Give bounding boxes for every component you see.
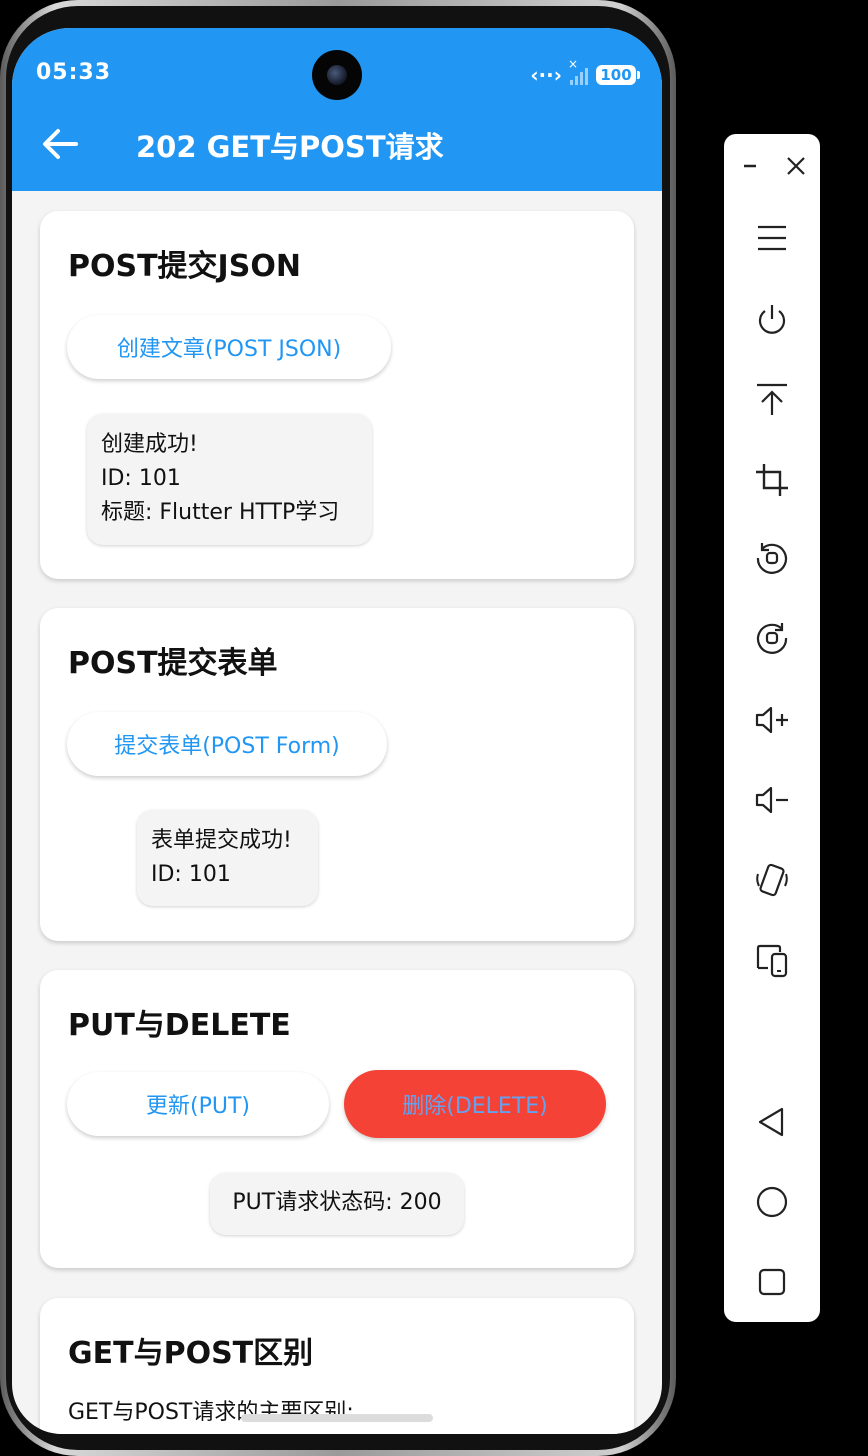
create-article-button[interactable]: 创建文章(POST JSON) xyxy=(67,315,391,379)
card-post-form: POST提交表单 提交表单(POST Form) 表单提交成功! ID: 101 xyxy=(40,608,634,941)
result-line: 表单提交成功! xyxy=(151,828,292,853)
menu-icon xyxy=(758,225,786,251)
recents-nav-button[interactable] xyxy=(752,1262,792,1302)
signal-icon: × xyxy=(568,57,588,85)
put-status-result: PUT请求状态码: 200 xyxy=(210,1173,464,1235)
submit-form-button[interactable]: 提交表单(POST Form) xyxy=(67,712,387,776)
network-icon: ‹··› xyxy=(530,63,562,87)
status-time: 05:33 xyxy=(36,60,112,85)
status-text: PUT请求状态码: 200 xyxy=(232,1190,442,1215)
app-bar: 05:33 ‹··› × 100 202 GET与POST请求 xyxy=(12,28,662,191)
minimize-button[interactable] xyxy=(730,146,770,186)
volume-up-button[interactable] xyxy=(752,700,792,740)
battery-icon: 100 xyxy=(596,65,640,85)
shake-icon xyxy=(756,863,788,897)
power-button[interactable] xyxy=(752,300,792,340)
device-switch-icon xyxy=(756,944,788,978)
minimize-icon xyxy=(744,164,756,168)
result-line: ID: 101 xyxy=(101,466,181,491)
put-button[interactable]: 更新(PUT) xyxy=(67,1072,329,1136)
volume-down-button[interactable] xyxy=(752,780,792,820)
volume-up-icon xyxy=(755,706,788,734)
result-line: 标题: Flutter HTTP学习 xyxy=(101,500,340,525)
page-title: 202 GET与POST请求 xyxy=(136,130,444,164)
close-icon xyxy=(787,157,805,175)
card-title: PUT与DELETE xyxy=(68,1008,291,1043)
post-form-result: 表单提交成功! ID: 101 xyxy=(137,810,318,906)
menu-button[interactable] xyxy=(752,218,792,258)
power-icon xyxy=(758,305,786,334)
card-post-json: POST提交JSON 创建文章(POST JSON) 创建成功! ID: 101… xyxy=(40,211,634,579)
recents-nav-icon xyxy=(758,1268,786,1296)
home-nav-button[interactable] xyxy=(752,1182,792,1222)
rotate-left-button[interactable] xyxy=(752,538,792,578)
status-icons: ‹··› × 100 xyxy=(530,57,640,88)
delete-button[interactable]: 删除(DELETE) xyxy=(344,1070,606,1138)
card-title: POST提交JSON xyxy=(68,249,301,284)
back-nav-icon xyxy=(758,1107,784,1137)
rotate-right-button[interactable] xyxy=(752,618,792,658)
emulator-toolbar xyxy=(724,134,820,1322)
close-button[interactable] xyxy=(776,146,816,186)
volume-down-icon xyxy=(755,786,788,814)
post-json-result: 创建成功! ID: 101 标题: Flutter HTTP学习 xyxy=(87,414,372,545)
crop-icon xyxy=(756,464,788,496)
home-nav-icon xyxy=(756,1186,788,1218)
front-camera xyxy=(312,50,362,100)
rotate-right-icon xyxy=(756,623,788,654)
back-nav-button[interactable] xyxy=(752,1102,792,1142)
card-title: GET与POST区别 xyxy=(68,1336,314,1371)
shake-button[interactable] xyxy=(752,860,792,900)
no-sim-mark: × xyxy=(568,57,579,71)
result-line: 创建成功! xyxy=(101,432,198,457)
crop-button[interactable] xyxy=(752,460,792,500)
rotate-left-icon xyxy=(756,543,788,574)
home-indicator[interactable] xyxy=(241,1414,433,1422)
pin-top-button[interactable] xyxy=(752,380,792,420)
card-title: POST提交表单 xyxy=(68,646,278,681)
pin-top-icon xyxy=(757,383,787,415)
phone-screen: 05:33 ‹··› × 100 202 GET与POST请求 POST提交JS… xyxy=(12,28,662,1434)
card-put-delete: PUT与DELETE 更新(PUT) 删除(DELETE) PUT请求状态码: … xyxy=(40,970,634,1268)
device-switch-button[interactable] xyxy=(752,940,792,980)
result-line: ID: 101 xyxy=(151,862,231,887)
back-arrow-icon[interactable] xyxy=(40,126,80,162)
